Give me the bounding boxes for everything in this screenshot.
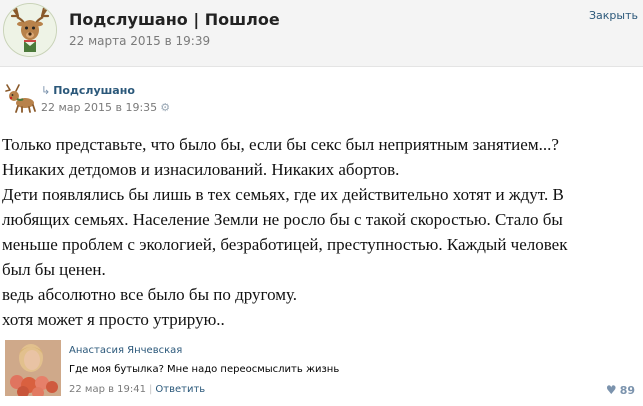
reindeer-logo-icon (5, 84, 36, 113)
reply-button[interactable]: Ответить (155, 384, 205, 395)
group-title[interactable]: Подслушано | Пошлое (69, 10, 280, 29)
comment-meta: 22 мар в 19:41 | Ответить (69, 384, 205, 395)
post-text-line: был бы ценен. (2, 260, 106, 279)
comment-author-avatar[interactable] (5, 340, 61, 396)
repost-source[interactable]: ↳ Подслушано (41, 84, 135, 97)
like-button[interactable]: ♥ 89 (606, 383, 635, 397)
post-text-line: Никаких детдомов и изнасилований. Никаки… (2, 160, 400, 179)
heart-icon: ♥ (605, 383, 617, 397)
post-text-line: Дети появлялись бы лишь в тех семьях, гд… (2, 185, 564, 204)
post-text-line: меньше проблем с экологией, безработицей… (2, 235, 568, 254)
post-header: Подслушано | Пошлое 22 марта 2015 в 19:3… (0, 0, 643, 67)
comment-author-name[interactable]: Анастасия Янчевская (69, 345, 182, 356)
user-photo-icon (5, 340, 61, 396)
comment-date[interactable]: 22 мар в 19:41 (69, 384, 146, 395)
repost-source-avatar[interactable] (5, 82, 37, 114)
repost-date-row: 22 мар 2015 в 19:35 ⚙ (41, 101, 170, 114)
comment-separator: | (149, 384, 153, 395)
post-date[interactable]: 22 марта 2015 в 19:39 (69, 34, 210, 48)
repost-source-name[interactable]: Подслушано (53, 84, 135, 97)
group-avatar[interactable] (3, 3, 57, 57)
repost-date[interactable]: 22 мар 2015 в 19:35 (41, 101, 157, 114)
post-text-line: ведь абсолютно все было бы по другому. (2, 285, 298, 304)
like-count: 89 (619, 384, 635, 397)
comment-text: Где моя бутылка? Мне надо переосмыслить … (69, 364, 340, 375)
post-text-line: хотя может я просто утрирую.. (2, 310, 225, 329)
post-text: Только представьте, что было бы, если бы… (2, 132, 632, 332)
gear-icon[interactable]: ⚙ (160, 101, 170, 114)
close-button[interactable]: Закрыть (589, 9, 638, 22)
post-text-line: Только представьте, что было бы, если бы… (2, 135, 559, 154)
reindeer-logo-icon (4, 4, 56, 56)
post-text-line: любящих семьях. Население Земли не росло… (2, 210, 563, 229)
repost-arrow-icon: ↳ (41, 84, 51, 97)
